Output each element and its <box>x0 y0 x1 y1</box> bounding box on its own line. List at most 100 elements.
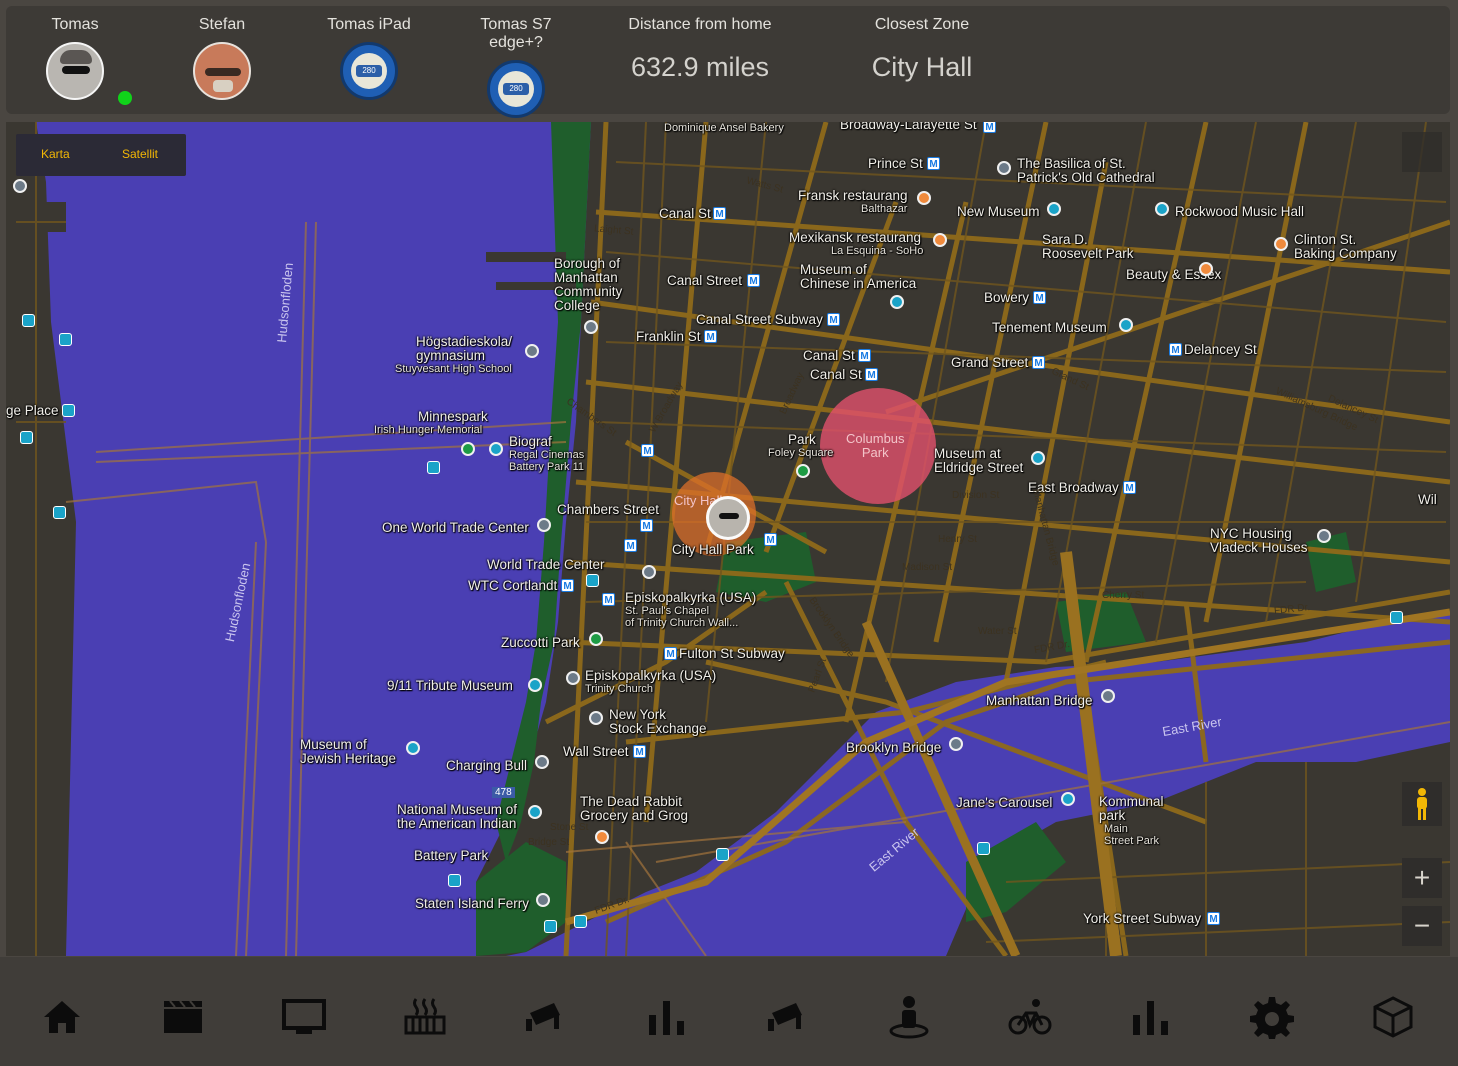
person-tomas[interactable]: Tomas <box>15 6 135 100</box>
place-label: Museum at Eldridge Street <box>934 446 1024 475</box>
map-view[interactable]: Karta Satellit Dominique Ansel Bakery Br… <box>6 122 1450 956</box>
museum-icon[interactable] <box>1119 318 1133 332</box>
place-label: World Trade Center <box>487 557 605 572</box>
gear-icon[interactable] <box>1250 995 1294 1039</box>
monitor-icon[interactable] <box>282 995 326 1039</box>
ferry-icon[interactable] <box>536 893 550 907</box>
metro-icon: M <box>624 539 637 552</box>
museum-icon[interactable] <box>528 678 542 692</box>
place-label: Delancey St <box>1184 342 1257 357</box>
road-label: Division St <box>952 490 1000 501</box>
location-pin-icon[interactable] <box>13 179 27 193</box>
place-label: Dominique Ansel Bakery <box>664 122 784 134</box>
church-icon[interactable] <box>566 671 580 685</box>
park-icon[interactable] <box>461 442 475 456</box>
home-icon[interactable] <box>40 995 84 1039</box>
place-label: Trinity Church <box>585 683 654 695</box>
bridge-icon[interactable] <box>949 737 963 751</box>
place-label: Jane's Carousel <box>956 795 1053 810</box>
train-icon <box>586 574 599 587</box>
music-icon[interactable] <box>1155 202 1169 216</box>
landmark-icon[interactable] <box>537 518 551 532</box>
carousel-icon[interactable] <box>1061 792 1075 806</box>
place-label: Fulton St Subway <box>679 646 785 661</box>
person-location-icon[interactable] <box>887 995 931 1039</box>
bar-chart-icon[interactable] <box>645 995 689 1039</box>
place-label: Canal St <box>810 367 862 382</box>
place-label: Clinton St. Baking Company <box>1294 232 1397 261</box>
place-label: Biograf <box>509 434 552 449</box>
security-camera-icon[interactable] <box>766 995 810 1039</box>
place-label: Mexikansk restaurang <box>789 230 922 245</box>
bicycle-icon[interactable] <box>1008 995 1052 1039</box>
metro-icon: M <box>1207 912 1220 925</box>
zoom-out-button[interactable]: − <box>1402 906 1442 946</box>
person-tomas-ipad[interactable]: Tomas iPad 280 <box>309 6 429 100</box>
church-icon[interactable] <box>642 565 656 579</box>
museum-icon[interactable] <box>890 295 904 309</box>
cinema-icon[interactable] <box>489 442 503 456</box>
restaurant-icon[interactable] <box>917 191 931 205</box>
zoom-in-button[interactable]: + <box>1402 858 1442 898</box>
museum-icon[interactable] <box>1031 451 1045 465</box>
bridge-icon[interactable] <box>1101 689 1115 703</box>
street-view-pegman[interactable] <box>1402 782 1442 826</box>
landmark-icon[interactable] <box>589 711 603 725</box>
bus-icon <box>59 333 72 346</box>
route-shield: 478 <box>492 787 515 798</box>
metro-icon: M <box>602 593 615 606</box>
map-type-map-button[interactable]: Karta <box>41 147 70 161</box>
closest-zone: Closest Zone City Hall <box>842 6 1002 83</box>
cube-icon[interactable] <box>1371 995 1415 1039</box>
place-label: New Museum <box>957 204 1040 219</box>
place-label: La Esquina - SoHo <box>831 245 924 257</box>
road-label: Water St <box>978 626 1017 637</box>
housing-icon[interactable] <box>1317 529 1331 543</box>
place-label: Irish Hunger Memorial <box>374 424 483 436</box>
place-label: Borough of Manhattan Community College <box>554 256 623 313</box>
park-icon[interactable] <box>589 632 603 646</box>
bus-icon <box>20 431 33 444</box>
user-location-marker[interactable] <box>706 496 750 540</box>
metro-icon: M <box>664 647 677 660</box>
metro-icon: M <box>704 330 717 343</box>
museum-icon[interactable] <box>406 741 420 755</box>
person-stefan[interactable]: Stefan <box>162 6 282 100</box>
place-label: Tenement Museum <box>992 320 1107 335</box>
train-icon <box>62 404 75 417</box>
restaurant-icon[interactable] <box>1274 237 1288 251</box>
security-camera-icon[interactable] <box>524 995 568 1039</box>
landmark-icon[interactable] <box>535 755 549 769</box>
metro-icon: M <box>561 579 574 592</box>
metro-icon: M <box>747 274 760 287</box>
place-label: Wall Street <box>563 744 629 759</box>
metro-icon: M <box>1123 481 1136 494</box>
place-label: Chambers Street <box>557 502 660 517</box>
place-label: Prince St <box>868 156 923 171</box>
church-icon[interactable] <box>997 161 1011 175</box>
place-label: Kommunal park <box>1099 794 1164 823</box>
school-icon[interactable] <box>525 344 539 358</box>
museum-icon[interactable] <box>1047 202 1061 216</box>
road-label: Henry St <box>938 534 977 545</box>
radiator-icon[interactable] <box>403 995 447 1039</box>
bar-chart-icon[interactable] <box>1129 995 1173 1039</box>
restaurant-icon[interactable] <box>933 233 947 247</box>
zone-label: Closest Zone <box>874 16 970 33</box>
restaurant-icon[interactable] <box>1199 262 1213 276</box>
map-type-satellite-button[interactable]: Satellit <box>122 147 158 161</box>
place-label: Battery Park <box>414 848 489 863</box>
clapperboard-icon[interactable] <box>161 995 205 1039</box>
place-label: The Dead Rabbit Grocery and Grog <box>580 794 689 823</box>
place-label: Episkopalkyrka (USA) <box>625 590 757 605</box>
person-tomas-s7[interactable]: Tomas S7 edge+? 280 <box>456 6 576 118</box>
bus-icon <box>1390 611 1403 624</box>
park-icon[interactable] <box>796 464 810 478</box>
school-icon[interactable] <box>584 320 598 334</box>
museum-icon[interactable] <box>528 805 542 819</box>
person-name: Tomas <box>51 16 99 33</box>
bar-icon[interactable] <box>595 830 609 844</box>
fullscreen-button[interactable] <box>1402 132 1442 172</box>
place-label: Main Street Park <box>1104 823 1160 847</box>
avatar <box>193 42 251 100</box>
